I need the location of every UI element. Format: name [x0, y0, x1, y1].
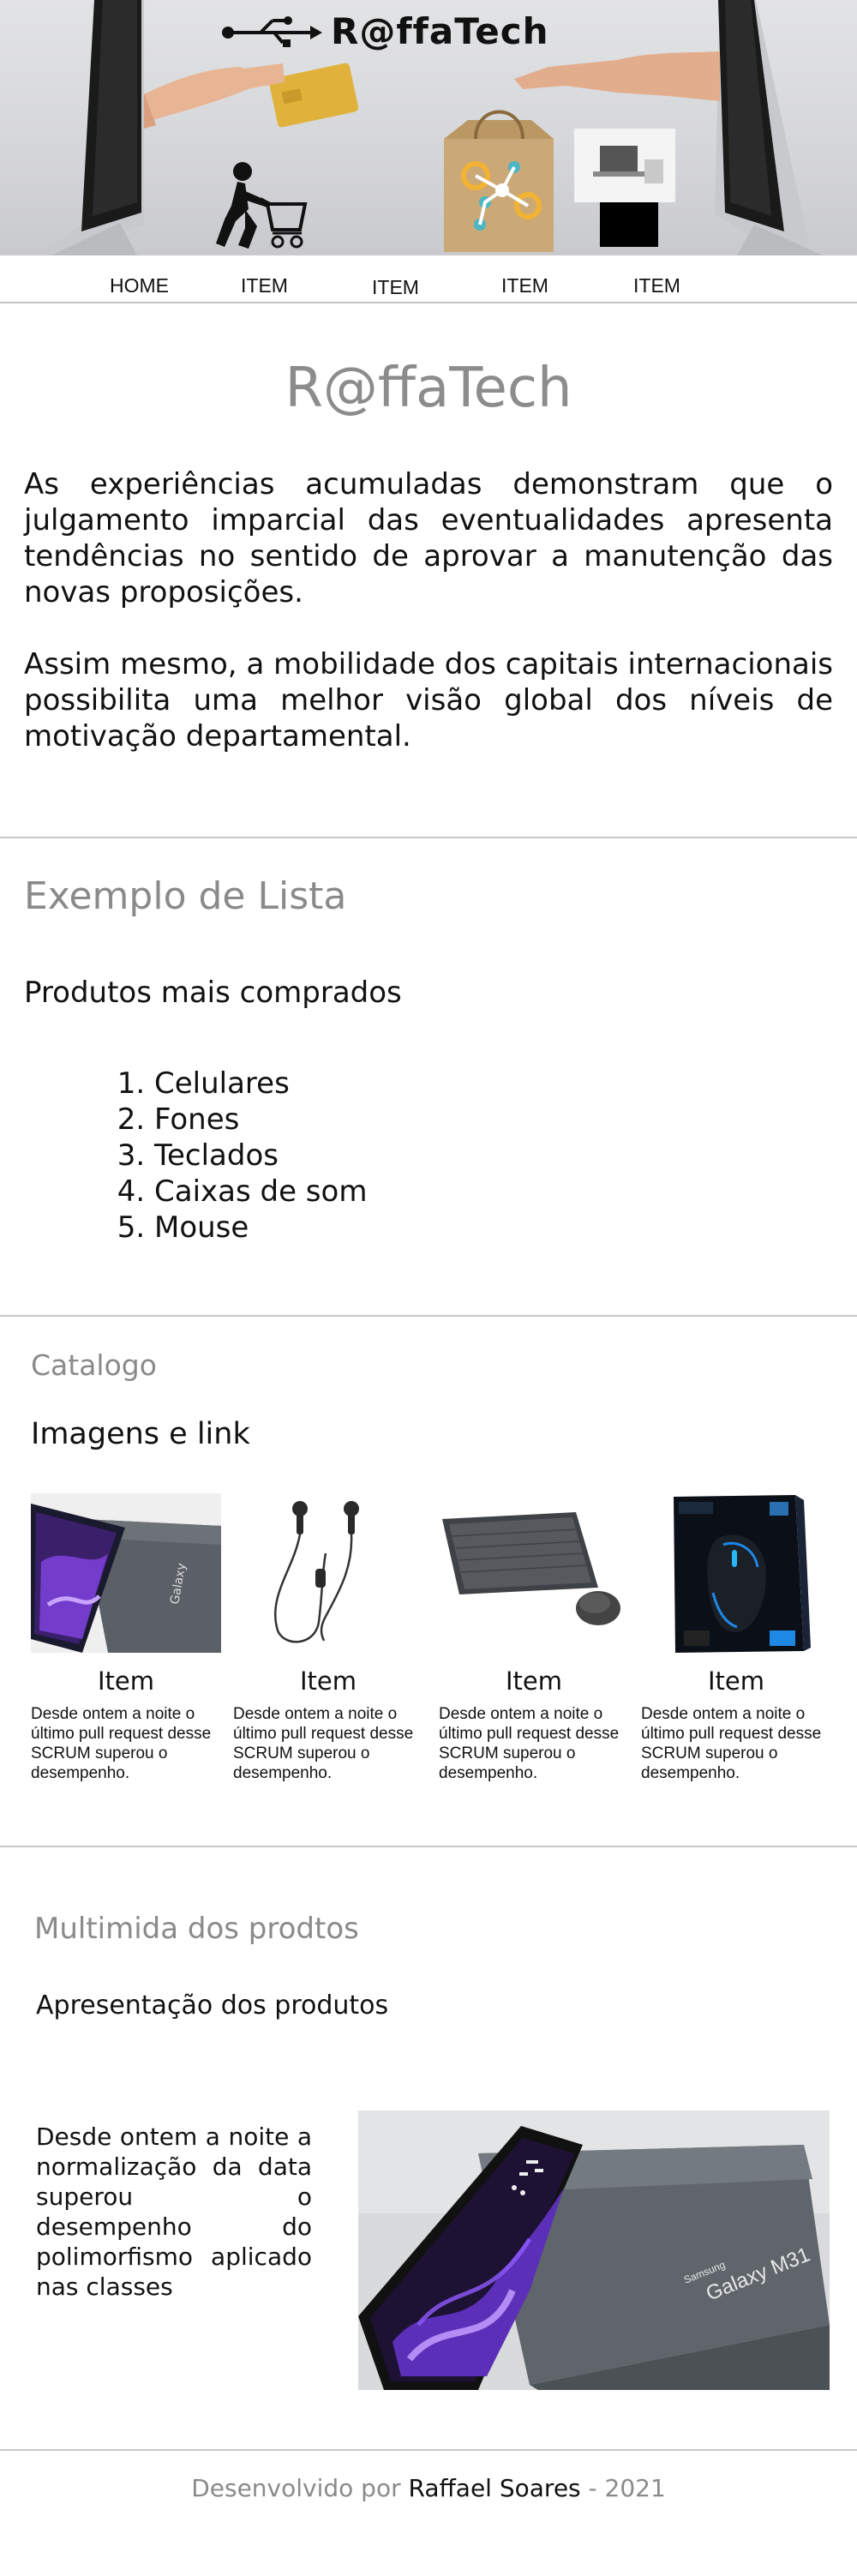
- left-monitor-icon: [47, 0, 144, 255]
- catalog-card: Item Desde ontem a noite o último pull r…: [641, 1493, 831, 1783]
- catalog-item-title: Item: [707, 1666, 764, 1696]
- gaming-mouse-box-image: [641, 1493, 831, 1653]
- catalog-card: Item Desde ontem a noite o último pull r…: [439, 1493, 629, 1783]
- catalog-item-text: Desde ontem a noite o último pull reques…: [439, 1705, 620, 1782]
- nav-item-1[interactable]: ITEM: [241, 274, 288, 297]
- brand-logo[interactable]: R@ffaTech: [221, 3, 549, 58]
- header-banner: R@ffaTech: [0, 0, 857, 255]
- product-image-link[interactable]: [233, 1493, 423, 1653]
- keyboard-mouse-image: [439, 1493, 629, 1653]
- list-item: Celulares: [154, 1066, 367, 1102]
- smartphone-box-image: Galaxy: [31, 1493, 221, 1653]
- earphones-image: [233, 1493, 423, 1653]
- smartphone-box-photo: Galaxy M31 Samsung: [358, 2111, 830, 2390]
- product-list: Celulares Fones Teclados Caixas de som M…: [154, 1066, 367, 1246]
- intro-paragraph-1: As experiências acumuladas demonstram qu…: [24, 467, 833, 609]
- list-item: Teclados: [154, 1138, 367, 1174]
- list-section-title: Exemplo de Lista: [24, 874, 347, 918]
- intro-paragraph-2: Assim mesmo, a mobilidade dos capitais i…: [24, 647, 833, 754]
- catalog-title: Catalogo: [31, 1348, 157, 1382]
- catalog-item-title: Item: [299, 1666, 357, 1696]
- footer-prefix: Desenvolvido por: [191, 2474, 401, 2502]
- multimedia-text: Desde ontem a noite a normalização da da…: [36, 2123, 312, 2301]
- catalog-item-title: Item: [505, 1666, 562, 1696]
- shopper-cart-icon: [216, 162, 308, 249]
- brand-name: R@ffaTech: [331, 9, 549, 52]
- catalog-item-text: Desde ontem a noite o último pull reques…: [233, 1705, 414, 1782]
- footer-year: - 2021: [588, 2474, 666, 2502]
- nav-home[interactable]: HOME: [110, 274, 169, 297]
- catalog-subtitle: Imagens e link: [31, 1417, 250, 1451]
- divider: [0, 2449, 857, 2451]
- nav-item-2[interactable]: ITEM: [372, 276, 419, 299]
- catalog-card: Item Desde ontem a noite o último pull r…: [233, 1493, 423, 1783]
- product-image-link[interactable]: [641, 1493, 831, 1653]
- product-image-link[interactable]: [439, 1493, 629, 1653]
- list-item: Fones: [154, 1102, 367, 1138]
- product-image-link[interactable]: Galaxy: [31, 1493, 221, 1653]
- catalog-item-text: Desde ontem a noite o último pull reques…: [641, 1705, 822, 1782]
- divider: [0, 1315, 857, 1317]
- multimedia-title: Multimida dos prodtos: [34, 1912, 359, 1946]
- list-item: Caixas de som: [154, 1174, 367, 1210]
- list-item: Mouse: [154, 1210, 367, 1246]
- multimedia-subtitle: Apresentação dos produtos: [36, 1991, 389, 2021]
- divider: [0, 837, 857, 838]
- nav-item-3[interactable]: ITEM: [501, 274, 548, 297]
- usb-icon: [222, 16, 322, 47]
- right-monitor-icon: [715, 0, 823, 255]
- laptop-photo-icon: [574, 129, 675, 247]
- hand-card-icon: [144, 63, 359, 129]
- nav-item-4[interactable]: ITEM: [633, 274, 680, 297]
- divider: [0, 1846, 857, 1847]
- catalog-card: Galaxy Item Desde ontem a noite o último…: [31, 1493, 221, 1783]
- product-presentation-image: Galaxy M31 Samsung: [358, 2111, 830, 2390]
- footer: Desenvolvido por Raffael Soares - 2021: [0, 2474, 857, 2502]
- list-section-subtitle: Produtos mais comprados: [24, 976, 402, 1010]
- footer-author: Raffael Soares: [408, 2474, 581, 2502]
- page-title: R@ffaTech: [285, 357, 572, 420]
- top-nav: HOME ITEM ITEM ITEM ITEM: [0, 257, 857, 303]
- catalog-item-title: Item: [97, 1666, 154, 1696]
- catalog-item-text: Desde ontem a noite o último pull reques…: [31, 1705, 212, 1782]
